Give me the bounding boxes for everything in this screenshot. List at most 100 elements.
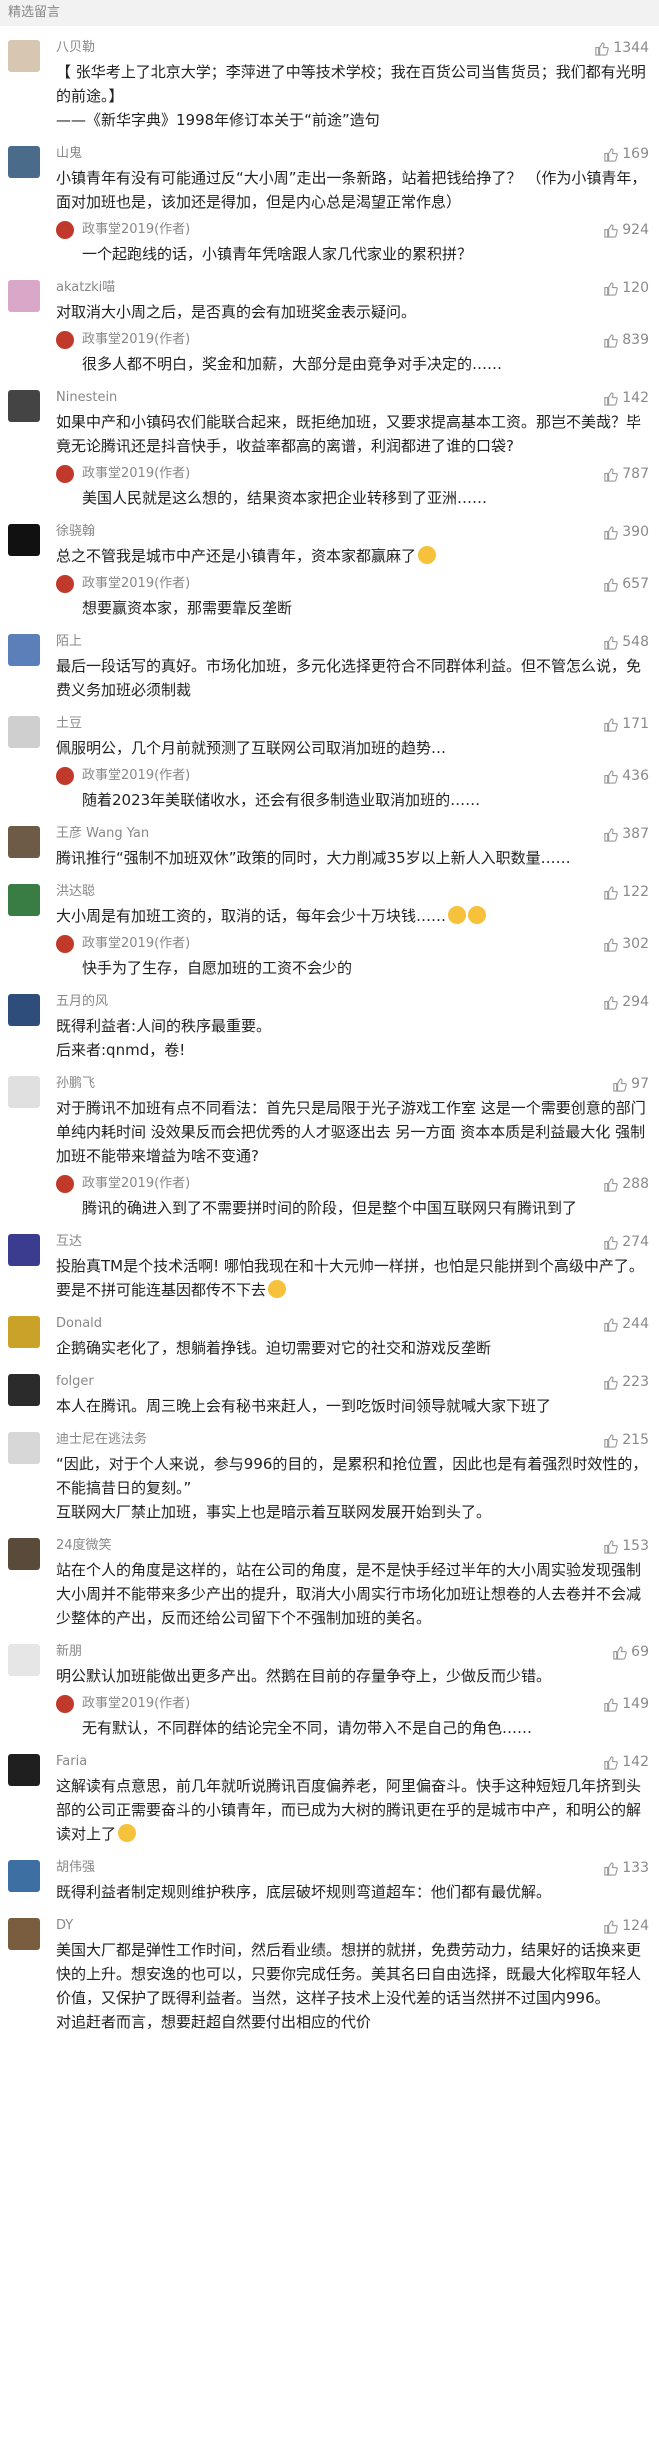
comment-username[interactable]: DY — [56, 1916, 649, 1936]
like-button[interactable]: 244 — [603, 1314, 649, 1334]
avatar[interactable] — [8, 1754, 40, 1786]
avatar[interactable] — [8, 994, 40, 1026]
reply-username[interactable]: 政事堂2019(作者) — [82, 766, 649, 786]
reply-like-button[interactable]: 288 — [603, 1174, 649, 1194]
like-button[interactable]: 124 — [603, 1916, 649, 1936]
reply-username[interactable]: 政事堂2019(作者) — [82, 220, 649, 240]
comment-username[interactable]: 新朋 — [56, 1642, 649, 1662]
like-icon — [604, 827, 619, 842]
reply-username[interactable]: 政事堂2019(作者) — [82, 330, 649, 350]
like-button[interactable]: 171 — [603, 714, 649, 734]
like-icon — [604, 1697, 619, 1712]
reply-like-button[interactable]: 436 — [603, 766, 649, 786]
like-count: 390 — [622, 524, 649, 540]
comment-username[interactable]: Faria — [56, 1752, 649, 1772]
like-button[interactable]: 294 — [603, 992, 649, 1012]
reply-username[interactable]: 政事堂2019(作者) — [82, 934, 649, 954]
like-button[interactable]: 548 — [603, 632, 649, 652]
comment-username[interactable]: 五月的风 — [56, 992, 649, 1012]
avatar[interactable] — [8, 1374, 40, 1406]
like-count: 839 — [622, 332, 649, 348]
like-button[interactable]: 97 — [612, 1074, 649, 1094]
reply-username[interactable]: 政事堂2019(作者) — [82, 1694, 649, 1714]
author-avatar[interactable] — [56, 331, 74, 349]
comment-username[interactable]: 胡伟强 — [56, 1858, 649, 1878]
reply-like-button[interactable]: 924 — [603, 220, 649, 240]
avatar[interactable] — [8, 884, 40, 916]
avatar[interactable] — [8, 1076, 40, 1108]
author-avatar[interactable] — [56, 767, 74, 785]
comment-text: 既得利益者:人间的秩序最重要。 后来者:qnmd，卷! — [56, 1014, 649, 1062]
avatar[interactable] — [8, 1538, 40, 1570]
comment-username[interactable]: 山鬼 — [56, 144, 649, 164]
avatar[interactable] — [8, 1860, 40, 1892]
comment-item: akatzki喵 120 对取消大小周之后，是否真的会有加班奖金表示疑问。 政事堂20… — [8, 278, 649, 376]
comment-username[interactable]: 孙鹏飞 — [56, 1074, 649, 1094]
like-button[interactable]: 169 — [603, 144, 649, 164]
comment-username[interactable]: akatzki喵 — [56, 278, 649, 298]
like-button[interactable]: 120 — [603, 278, 649, 298]
like-button[interactable]: 153 — [603, 1536, 649, 1556]
avatar[interactable] — [8, 146, 40, 178]
like-button[interactable]: 142 — [603, 1752, 649, 1772]
like-button[interactable]: 142 — [603, 388, 649, 408]
avatar[interactable] — [8, 634, 40, 666]
comment-username[interactable]: folger — [56, 1372, 649, 1392]
like-button[interactable]: 215 — [603, 1430, 649, 1450]
comment-username[interactable]: Ninestein — [56, 388, 649, 408]
avatar[interactable] — [8, 1432, 40, 1464]
like-button[interactable]: 1344 — [594, 38, 649, 58]
author-avatar[interactable] — [56, 575, 74, 593]
author-avatar[interactable] — [56, 465, 74, 483]
reply-like-button[interactable]: 149 — [603, 1694, 649, 1714]
like-button[interactable]: 223 — [603, 1372, 649, 1392]
comment-username[interactable]: 徐骁翰 — [56, 522, 649, 542]
comment-username[interactable]: 迪士尼在逃法务 — [56, 1430, 649, 1450]
comment-username[interactable]: 互达 — [56, 1232, 649, 1252]
avatar[interactable] — [8, 390, 40, 422]
like-button[interactable]: 133 — [603, 1858, 649, 1878]
comment-username[interactable]: 陌上 — [56, 632, 649, 652]
like-button[interactable]: 390 — [603, 522, 649, 542]
avatar[interactable] — [8, 716, 40, 748]
reply-like-button[interactable]: 787 — [603, 464, 649, 484]
comment-username[interactable]: 土豆 — [56, 714, 649, 734]
comment-username[interactable]: Donald — [56, 1314, 649, 1334]
author-avatar[interactable] — [56, 1175, 74, 1193]
author-avatar[interactable] — [56, 935, 74, 953]
like-button[interactable]: 69 — [612, 1642, 649, 1662]
comment-text-line: 总之不管我是城市中产还是小镇青年，资本家都赢麻了 — [56, 544, 649, 568]
comment-username[interactable]: 八贝勒 — [56, 38, 649, 58]
like-button[interactable]: 387 — [603, 824, 649, 844]
avatar[interactable] — [8, 1644, 40, 1676]
comment-item: Ninestein 142 如果中产和小镇码农们能联合起来，既拒绝加班，又要求提高基… — [8, 388, 649, 510]
avatar[interactable] — [8, 1316, 40, 1348]
like-count: 244 — [622, 1316, 649, 1332]
like-count: 149 — [622, 1696, 649, 1712]
reply-like-button[interactable]: 302 — [603, 934, 649, 954]
like-button[interactable]: 122 — [603, 882, 649, 902]
reply-username[interactable]: 政事堂2019(作者) — [82, 464, 649, 484]
reply-username[interactable]: 政事堂2019(作者) — [82, 574, 649, 594]
comment-username[interactable]: 王彦 Wang Yan — [56, 824, 649, 844]
like-icon — [604, 995, 619, 1010]
comment-item: 24度微笑 153 站在个人的角度是这样的，站在公司的角度，是不是快手经过半年的大小… — [8, 1536, 649, 1630]
avatar[interactable] — [8, 280, 40, 312]
comment-username[interactable]: 24度微笑 — [56, 1536, 649, 1556]
comment-username[interactable]: 洪达聪 — [56, 882, 649, 902]
comment-text-line: 既得利益者制定规则维护秩序，底层破坏规则弯道超车：他们都有最优解。 — [56, 1883, 552, 1901]
reply-text-line: 很多人都不明白，奖金和加薪，大部分是由竞争对手决定的…… — [82, 355, 503, 373]
avatar[interactable] — [8, 524, 40, 556]
reply-like-button[interactable]: 657 — [603, 574, 649, 594]
reply-username[interactable]: 政事堂2019(作者) — [82, 1174, 649, 1194]
avatar[interactable] — [8, 1918, 40, 1950]
author-avatar[interactable] — [56, 221, 74, 239]
avatar[interactable] — [8, 1234, 40, 1266]
avatar[interactable] — [8, 826, 40, 858]
like-button[interactable]: 274 — [603, 1232, 649, 1252]
avatar[interactable] — [8, 40, 40, 72]
like-icon — [613, 1077, 627, 1092]
comment-text: 对于腾讯不加班有点不同看法：首先只是局限于光子游戏工作室 这是一个需要创意的部门… — [56, 1096, 649, 1168]
reply-like-button[interactable]: 839 — [603, 330, 649, 350]
author-avatar[interactable] — [56, 1695, 74, 1713]
